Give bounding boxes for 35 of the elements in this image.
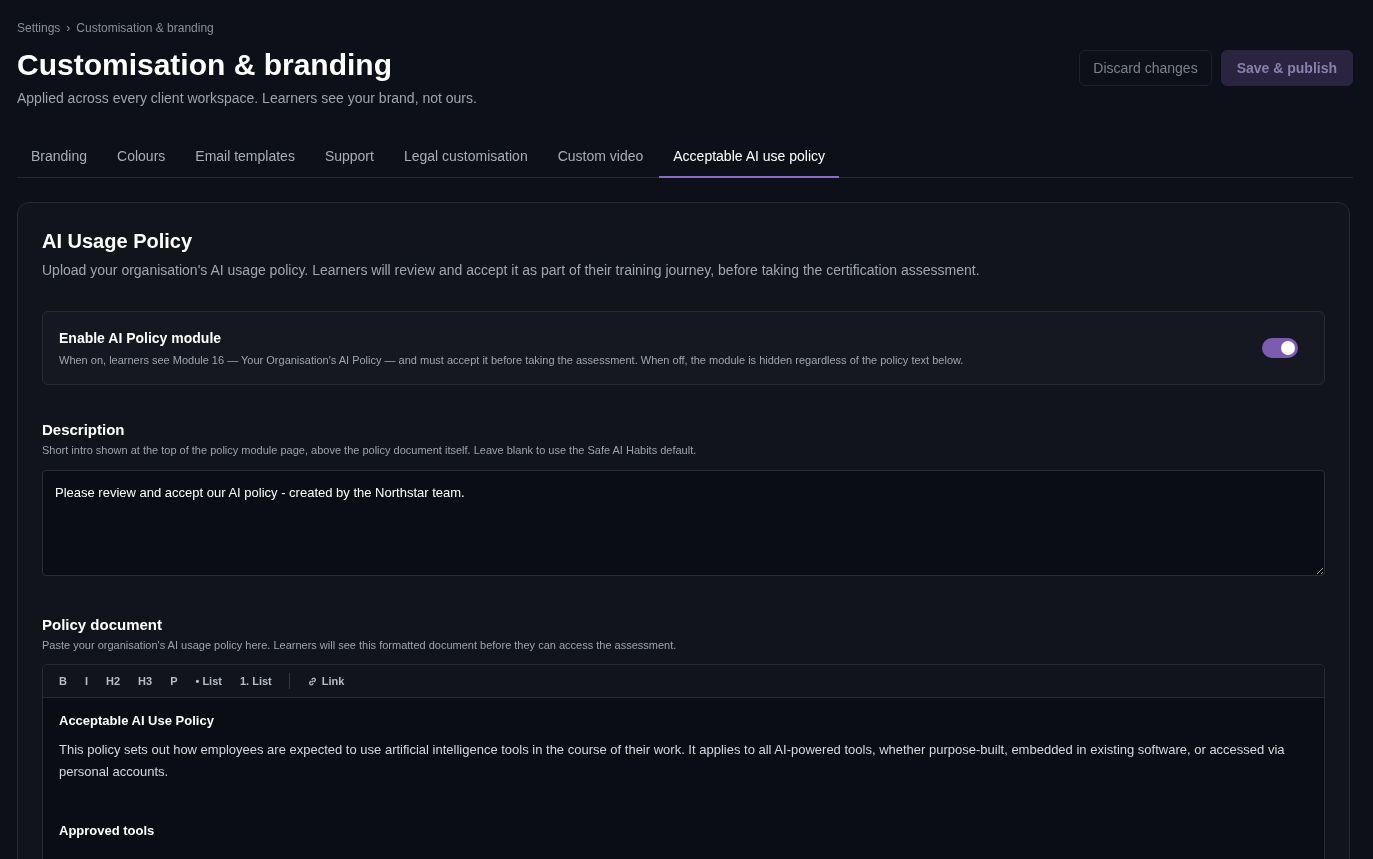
format-button[interactable]: • List [188,672,229,690]
format-button[interactable]: P [163,672,185,690]
format-button[interactable]: H2 [99,672,128,690]
field-hint: Paste your organisation's AI usage policy here. Learners will see this formatted document before they can access the assessment. [42,639,678,651]
tab[interactable]: Email templates [181,136,309,178]
field-label: Description [42,421,126,438]
tab[interactable]: Colours [103,136,180,178]
tab[interactable]: Legal customisation [389,136,542,178]
format-button[interactable]: H3 [131,672,160,690]
link-icon [306,675,318,687]
document-heading: Approved tools [59,823,156,838]
format-button[interactable]: 1. List [232,672,279,690]
tab[interactable]: Custom video [543,136,658,178]
rich-text-editor[interactable] [42,664,1325,859]
format-button[interactable]: B [52,672,74,690]
description-field[interactable]: Please review and accept our AI policy - created by the Northstar team. [42,470,1325,576]
breadcrumb-separator: › [66,21,71,35]
toggle-switch[interactable] [1262,338,1298,358]
document-paragraph: This policy sets out how employees are expected to use artificial intelligence tools in the course of their work. It applies to all AI-powered tools, whether purpose-built, embedded in existing software, or accessed via personal accounts. [59,741,1286,781]
section-title: AI Usage Policy [42,230,194,253]
breadcrumb-item[interactable]: Customisation & branding [76,21,214,35]
link-button[interactable]: Link [299,672,352,690]
tab[interactable]: Support [310,136,388,178]
tab[interactable]: Acceptable AI use policy [659,136,840,178]
tab[interactable]: Branding [17,136,102,178]
page-title: Customisation & branding [17,48,393,82]
format-button[interactable]: I [77,672,95,690]
field-label: Policy document [42,616,164,633]
toggle-label: Enable AI Policy module [59,330,223,346]
breadcrumb-item[interactable]: Settings [17,21,61,35]
page-subtitle: Applied across every client workspace. Learners see your brand, not ours. [17,90,477,106]
toggle-hint: When on, learners see Module 16 — Your Organisation's AI Policy — and must accept it before taking the assessment. When off, the module is hidden regardless of the policy text below. [59,354,964,366]
section-intro: Upload your organisation's AI usage policy. Learners will review and accept it as part of their training journey, before taking the certification assessment. [42,262,981,278]
field-hint: Short intro shown at the top of the policy module page, above the policy document itself. Leave blank to use the Safe AI Habits default. [42,444,698,456]
document-heading: Acceptable AI Use Policy [59,713,215,728]
